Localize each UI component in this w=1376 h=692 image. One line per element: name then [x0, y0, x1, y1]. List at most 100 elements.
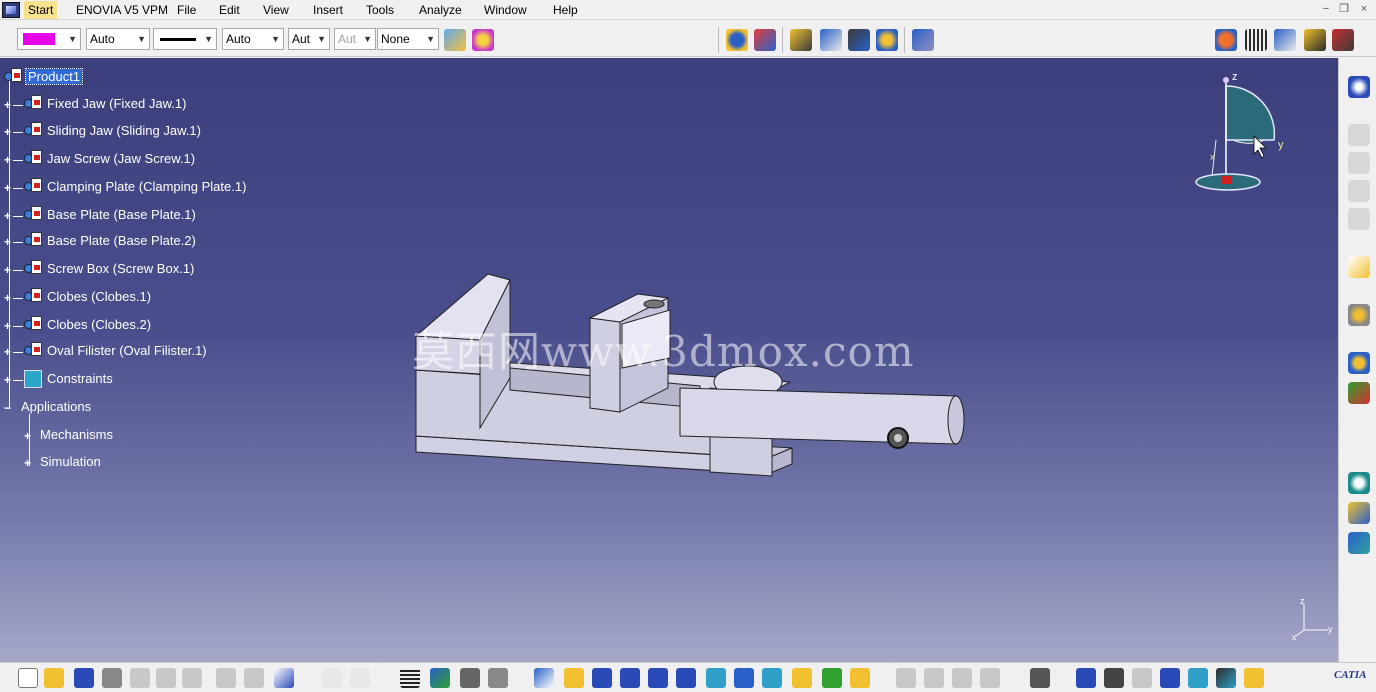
minimize-button[interactable]: −	[1318, 2, 1334, 16]
painter-icon[interactable]	[444, 29, 466, 51]
key-icon[interactable]	[1304, 29, 1326, 51]
fly-icon[interactable]	[534, 668, 554, 688]
snap-icon[interactable]	[820, 29, 842, 51]
cube-icon[interactable]	[1274, 29, 1296, 51]
tree-item-base-plate-2[interactable]: + Base Plate (Base Plate.2)	[0, 230, 260, 252]
line-width-select[interactable]: Auto ▼	[222, 28, 284, 50]
constraint-icon[interactable]	[790, 29, 812, 51]
grid-icon[interactable]	[400, 668, 420, 688]
forward-icon[interactable]	[1132, 668, 1152, 688]
redo-icon[interactable]	[244, 668, 264, 688]
3d-viewport[interactable]: Product1 + Fixed Jaw (Fixed Jaw.1) + Sli…	[0, 58, 1338, 662]
point-type-select[interactable]: Aut ▼	[334, 28, 376, 50]
update-icon[interactable]	[726, 29, 748, 51]
tree-item-fixed-jaw[interactable]: + Fixed Jaw (Fixed Jaw.1)	[0, 93, 260, 115]
tree-item-mechanisms[interactable]: + Mechanisms	[0, 424, 200, 446]
shading-icon[interactable]	[792, 668, 812, 688]
tree-item-clamping-plate[interactable]: + Clamping Plate (Clamping Plate.1)	[0, 176, 260, 198]
paste-icon[interactable]	[182, 668, 202, 688]
catalog-icon[interactable]	[1215, 29, 1237, 51]
joint-icon[interactable]	[1348, 352, 1370, 374]
menu-insert[interactable]: Insert	[313, 3, 343, 17]
tree-icon[interactable]	[430, 668, 450, 688]
disabled-tool-icon[interactable]	[1348, 124, 1370, 146]
brush-icon[interactable]	[1244, 668, 1264, 688]
manipulate-icon[interactable]	[754, 29, 776, 51]
menu-tools[interactable]: Tools	[366, 3, 394, 17]
menu-file[interactable]: File	[177, 3, 196, 17]
disabled-tool-icon[interactable]	[924, 668, 944, 688]
gear-icon[interactable]	[1348, 304, 1370, 326]
catia-app-icon[interactable]	[2, 2, 20, 18]
properties-icon[interactable]	[472, 29, 494, 51]
print-icon[interactable]	[102, 668, 122, 688]
line-thickness-select[interactable]: ▼	[153, 28, 217, 50]
table-icon[interactable]	[1245, 29, 1267, 51]
tree-item-jaw-screw[interactable]: + Jaw Screw (Jaw Screw.1)	[0, 148, 260, 170]
disabled-tool-icon[interactable]	[980, 668, 1000, 688]
line-type-select[interactable]: Aut ▼	[288, 28, 330, 50]
menu-edit[interactable]: Edit	[219, 3, 240, 17]
new-icon[interactable]	[18, 668, 38, 688]
open-icon[interactable]	[44, 668, 64, 688]
tree-item-clobes-2[interactable]: + Clobes (Clobes.2)	[0, 314, 260, 336]
lock-icon[interactable]	[460, 668, 480, 688]
color-select[interactable]: ▼	[17, 28, 81, 50]
tree-item-applications[interactable]: − Applications	[0, 396, 200, 418]
camera-icon[interactable]	[1030, 668, 1050, 688]
tree-item-screw-box[interactable]: + Screw Box (Screw Box.1)	[0, 258, 260, 280]
collapse-icon[interactable]: −	[4, 402, 15, 414]
clash-icon[interactable]	[876, 29, 898, 51]
menu-enovia[interactable]: ENOVIA V5 VPM	[76, 3, 168, 17]
search-icon[interactable]	[1160, 668, 1180, 688]
sensor-icon[interactable]	[1348, 472, 1370, 494]
rotate-icon[interactable]	[620, 668, 640, 688]
simulation-icon[interactable]	[912, 29, 934, 51]
restore-button[interactable]: ❐	[1336, 2, 1352, 16]
copy-icon[interactable]	[156, 668, 176, 688]
rewind-icon[interactable]	[1104, 668, 1124, 688]
knowledge-icon[interactable]	[1188, 668, 1208, 688]
fit-all-icon[interactable]	[564, 668, 584, 688]
tree-item-clobes-1[interactable]: + Clobes (Clobes.1)	[0, 286, 260, 308]
material-icon[interactable]	[1216, 668, 1236, 688]
expand-icon[interactable]: +	[24, 457, 35, 469]
comment-icon[interactable]	[350, 668, 370, 688]
select-arrow-icon[interactable]	[1348, 256, 1370, 278]
expand-icon[interactable]: +	[24, 430, 35, 442]
tree-item-constraints[interactable]: + Constraints	[0, 368, 200, 390]
menu-help[interactable]: Help	[553, 3, 578, 17]
menu-window[interactable]: Window	[484, 3, 527, 17]
tree-root[interactable]: Product1	[0, 66, 200, 88]
disabled-tool-icon[interactable]	[1348, 180, 1370, 202]
zoom-out-icon[interactable]	[676, 668, 696, 688]
layer-select[interactable]: None ▼	[377, 28, 439, 50]
tree-item-simulation[interactable]: + Simulation	[0, 451, 200, 473]
pan-icon[interactable]	[592, 668, 612, 688]
disabled-tool-icon[interactable]	[952, 668, 972, 688]
transparency-select[interactable]: Auto ▼	[86, 28, 150, 50]
formula-icon[interactable]	[322, 668, 342, 688]
tree-item-base-plate-1[interactable]: + Base Plate (Base Plate.1)	[0, 204, 260, 226]
measure-icon[interactable]	[488, 668, 508, 688]
disabled-tool-icon[interactable]	[896, 668, 916, 688]
menu-analyze[interactable]: Analyze	[419, 3, 462, 17]
hide-show-icon[interactable]	[822, 668, 842, 688]
normal-view-icon[interactable]	[706, 668, 726, 688]
zoom-in-icon[interactable]	[648, 668, 668, 688]
menu-view[interactable]: View	[263, 3, 289, 17]
multi-view-icon[interactable]	[734, 668, 754, 688]
fixed-part-icon[interactable]	[1348, 382, 1370, 404]
speed-icon[interactable]	[1348, 532, 1370, 554]
menu-start[interactable]: Start	[24, 1, 58, 19]
cut-icon[interactable]	[130, 668, 150, 688]
help-icon[interactable]	[274, 668, 294, 688]
undo-icon[interactable]	[216, 668, 236, 688]
disabled-tool-icon[interactable]	[1348, 208, 1370, 230]
explode-icon[interactable]	[848, 29, 870, 51]
mechanism-icon[interactable]	[1348, 76, 1370, 98]
swap-space-icon[interactable]	[850, 668, 870, 688]
tools-icon[interactable]	[1332, 29, 1354, 51]
tree-item-oval-filister[interactable]: + Oval Filister (Oval Filister.1)	[0, 340, 260, 362]
replay-icon[interactable]	[1348, 502, 1370, 524]
